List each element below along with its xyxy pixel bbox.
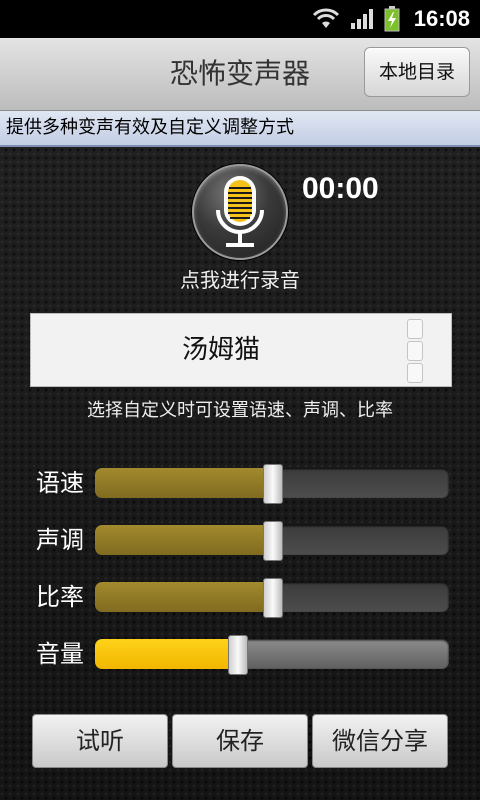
- selected-voice: 汤姆猫: [181, 335, 260, 365]
- rate-slider-row: 比率: [0, 578, 480, 618]
- local-directory-button[interactable]: 本地目录: [364, 47, 470, 97]
- battery-charging-icon: [384, 6, 400, 32]
- volume-slider-row: 音量: [0, 635, 480, 675]
- volume-label: 音量: [36, 640, 84, 668]
- speed-slider-row: 语速: [0, 464, 480, 504]
- selector-indicator-icon: [407, 363, 423, 383]
- selector-indicator-icon: [407, 319, 423, 339]
- rate-slider-fill: [95, 582, 272, 612]
- record-timer: 00:00: [302, 172, 379, 205]
- speed-label: 语速: [36, 469, 84, 497]
- selector-indicator-icon: [407, 341, 423, 361]
- volume-slider[interactable]: [95, 639, 449, 669]
- speed-slider-thumb[interactable]: [263, 464, 283, 504]
- save-button[interactable]: 保存: [172, 714, 308, 768]
- signal-icon: [350, 8, 374, 30]
- custom-settings-hint: 选择自定义时可设置语速、声调、比率: [87, 400, 393, 421]
- pitch-slider-row: 声调: [0, 521, 480, 561]
- title-bar: 恐怖变声器 本地目录: [0, 38, 480, 111]
- speed-slider-fill: [95, 468, 272, 498]
- pitch-slider-thumb[interactable]: [263, 521, 283, 561]
- clock: 16:08: [413, 6, 470, 31]
- microphone-icon: [216, 176, 264, 247]
- record-button[interactable]: [192, 164, 288, 260]
- status-bar: 16:08: [0, 0, 480, 38]
- voice-type-selector[interactable]: 汤姆猫: [30, 313, 452, 387]
- pitch-slider-fill: [95, 525, 272, 555]
- volume-slider-fill: [95, 639, 237, 669]
- wechat-share-button[interactable]: 微信分享: [312, 714, 448, 768]
- rate-label: 比率: [36, 583, 84, 611]
- rate-slider-thumb[interactable]: [263, 578, 283, 618]
- pitch-label: 声调: [36, 526, 84, 554]
- info-banner-text: 提供多种变声有效及自定义调整方式: [6, 117, 294, 138]
- wifi-icon: [312, 8, 340, 30]
- record-label[interactable]: 点我进行录音: [0, 264, 480, 293]
- volume-slider-thumb[interactable]: [228, 635, 248, 675]
- listen-button[interactable]: 试听: [32, 714, 168, 768]
- info-banner: 提供多种变声有效及自定义调整方式: [0, 111, 480, 147]
